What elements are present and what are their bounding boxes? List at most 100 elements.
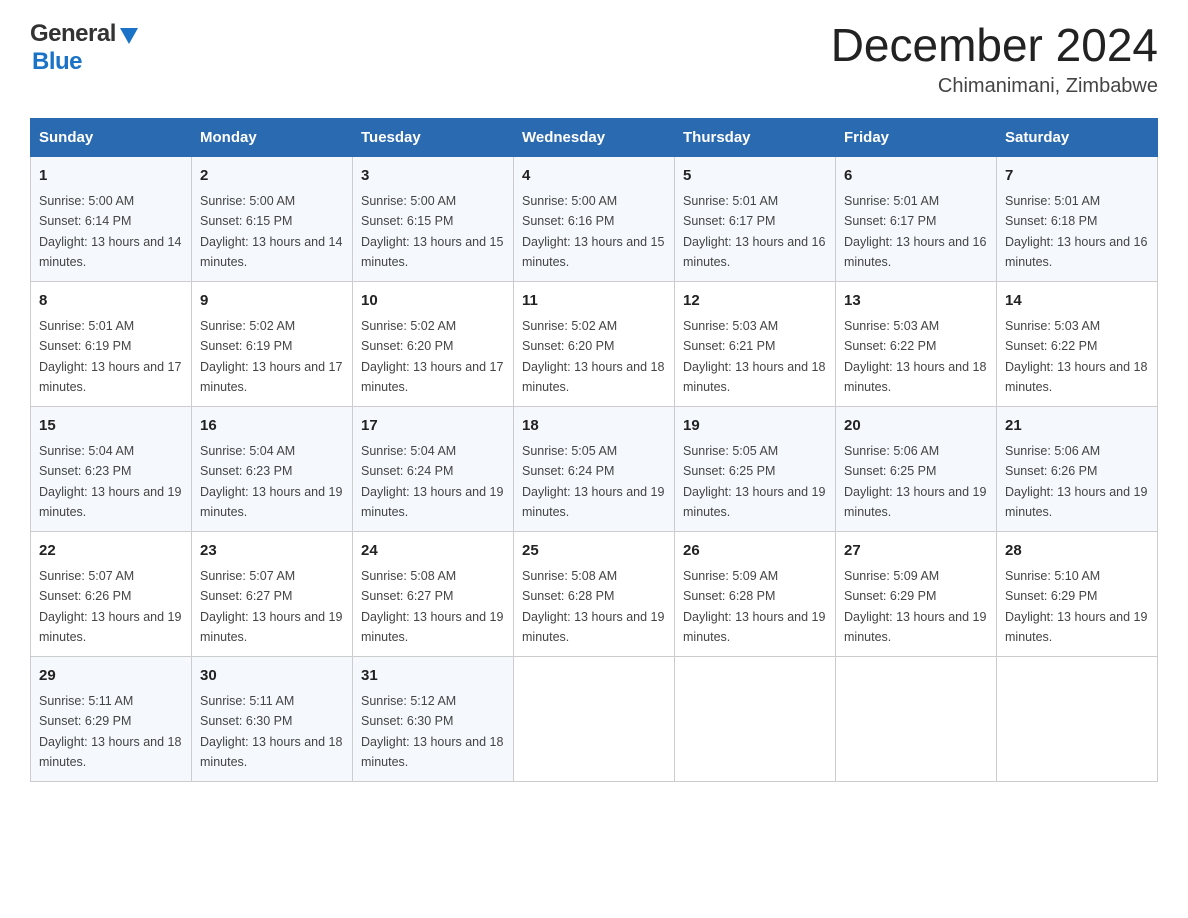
calendar-cell bbox=[997, 656, 1158, 781]
day-number: 16 bbox=[200, 415, 344, 438]
calendar-cell: 16 Sunrise: 5:04 AMSunset: 6:23 PMDaylig… bbox=[192, 406, 353, 531]
day-info: Sunrise: 5:04 AMSunset: 6:24 PMDaylight:… bbox=[361, 444, 503, 519]
day-number: 18 bbox=[522, 415, 666, 438]
calendar-cell: 24 Sunrise: 5:08 AMSunset: 6:27 PMDaylig… bbox=[353, 531, 514, 656]
day-number: 14 bbox=[1005, 290, 1149, 313]
day-number: 27 bbox=[844, 540, 988, 563]
header-day-wednesday: Wednesday bbox=[514, 118, 675, 156]
calendar-cell: 18 Sunrise: 5:05 AMSunset: 6:24 PMDaylig… bbox=[514, 406, 675, 531]
header-day-saturday: Saturday bbox=[997, 118, 1158, 156]
header-day-tuesday: Tuesday bbox=[353, 118, 514, 156]
header-day-sunday: Sunday bbox=[31, 118, 192, 156]
day-number: 20 bbox=[844, 415, 988, 438]
day-info: Sunrise: 5:00 AMSunset: 6:15 PMDaylight:… bbox=[200, 194, 342, 269]
day-number: 4 bbox=[522, 165, 666, 188]
calendar-cell: 4 Sunrise: 5:00 AMSunset: 6:16 PMDayligh… bbox=[514, 156, 675, 281]
calendar-cell bbox=[514, 656, 675, 781]
week-row-2: 8 Sunrise: 5:01 AMSunset: 6:19 PMDayligh… bbox=[31, 281, 1158, 406]
day-number: 6 bbox=[844, 165, 988, 188]
logo: General Blue bbox=[30, 20, 140, 76]
day-info: Sunrise: 5:01 AMSunset: 6:19 PMDaylight:… bbox=[39, 319, 181, 394]
calendar-cell: 11 Sunrise: 5:02 AMSunset: 6:20 PMDaylig… bbox=[514, 281, 675, 406]
day-number: 7 bbox=[1005, 165, 1149, 188]
calendar-cell: 14 Sunrise: 5:03 AMSunset: 6:22 PMDaylig… bbox=[997, 281, 1158, 406]
day-info: Sunrise: 5:08 AMSunset: 6:28 PMDaylight:… bbox=[522, 569, 664, 644]
day-number: 12 bbox=[683, 290, 827, 313]
day-number: 1 bbox=[39, 165, 183, 188]
day-info: Sunrise: 5:00 AMSunset: 6:16 PMDaylight:… bbox=[522, 194, 664, 269]
page-header: General Blue December 2024 Chimanimani, … bbox=[30, 20, 1158, 98]
calendar-cell: 19 Sunrise: 5:05 AMSunset: 6:25 PMDaylig… bbox=[675, 406, 836, 531]
day-number: 2 bbox=[200, 165, 344, 188]
day-info: Sunrise: 5:10 AMSunset: 6:29 PMDaylight:… bbox=[1005, 569, 1147, 644]
calendar-cell bbox=[675, 656, 836, 781]
day-info: Sunrise: 5:02 AMSunset: 6:19 PMDaylight:… bbox=[200, 319, 342, 394]
calendar-cell: 5 Sunrise: 5:01 AMSunset: 6:17 PMDayligh… bbox=[675, 156, 836, 281]
calendar-cell: 21 Sunrise: 5:06 AMSunset: 6:26 PMDaylig… bbox=[997, 406, 1158, 531]
day-info: Sunrise: 5:03 AMSunset: 6:22 PMDaylight:… bbox=[1005, 319, 1147, 394]
day-number: 8 bbox=[39, 290, 183, 313]
day-number: 31 bbox=[361, 665, 505, 688]
day-number: 23 bbox=[200, 540, 344, 563]
day-info: Sunrise: 5:09 AMSunset: 6:29 PMDaylight:… bbox=[844, 569, 986, 644]
day-number: 3 bbox=[361, 165, 505, 188]
header-day-thursday: Thursday bbox=[675, 118, 836, 156]
day-info: Sunrise: 5:02 AMSunset: 6:20 PMDaylight:… bbox=[522, 319, 664, 394]
day-info: Sunrise: 5:04 AMSunset: 6:23 PMDaylight:… bbox=[39, 444, 181, 519]
day-info: Sunrise: 5:02 AMSunset: 6:20 PMDaylight:… bbox=[361, 319, 503, 394]
calendar-body: 1 Sunrise: 5:00 AMSunset: 6:14 PMDayligh… bbox=[31, 156, 1158, 781]
day-info: Sunrise: 5:12 AMSunset: 6:30 PMDaylight:… bbox=[361, 694, 503, 769]
header-day-monday: Monday bbox=[192, 118, 353, 156]
day-info: Sunrise: 5:08 AMSunset: 6:27 PMDaylight:… bbox=[361, 569, 503, 644]
calendar-cell: 26 Sunrise: 5:09 AMSunset: 6:28 PMDaylig… bbox=[675, 531, 836, 656]
calendar-cell: 28 Sunrise: 5:10 AMSunset: 6:29 PMDaylig… bbox=[997, 531, 1158, 656]
day-number: 28 bbox=[1005, 540, 1149, 563]
calendar-header: SundayMondayTuesdayWednesdayThursdayFrid… bbox=[31, 118, 1158, 156]
calendar-cell: 1 Sunrise: 5:00 AMSunset: 6:14 PMDayligh… bbox=[31, 156, 192, 281]
day-number: 26 bbox=[683, 540, 827, 563]
day-number: 29 bbox=[39, 665, 183, 688]
calendar-cell: 8 Sunrise: 5:01 AMSunset: 6:19 PMDayligh… bbox=[31, 281, 192, 406]
day-number: 24 bbox=[361, 540, 505, 563]
calendar-cell: 29 Sunrise: 5:11 AMSunset: 6:29 PMDaylig… bbox=[31, 656, 192, 781]
day-info: Sunrise: 5:06 AMSunset: 6:26 PMDaylight:… bbox=[1005, 444, 1147, 519]
calendar-cell bbox=[836, 656, 997, 781]
calendar-cell: 27 Sunrise: 5:09 AMSunset: 6:29 PMDaylig… bbox=[836, 531, 997, 656]
day-number: 15 bbox=[39, 415, 183, 438]
day-info: Sunrise: 5:01 AMSunset: 6:17 PMDaylight:… bbox=[844, 194, 986, 269]
calendar-cell: 20 Sunrise: 5:06 AMSunset: 6:25 PMDaylig… bbox=[836, 406, 997, 531]
calendar-cell: 15 Sunrise: 5:04 AMSunset: 6:23 PMDaylig… bbox=[31, 406, 192, 531]
day-number: 25 bbox=[522, 540, 666, 563]
day-number: 11 bbox=[522, 290, 666, 313]
calendar-cell: 25 Sunrise: 5:08 AMSunset: 6:28 PMDaylig… bbox=[514, 531, 675, 656]
day-number: 21 bbox=[1005, 415, 1149, 438]
day-info: Sunrise: 5:01 AMSunset: 6:18 PMDaylight:… bbox=[1005, 194, 1147, 269]
calendar-cell: 6 Sunrise: 5:01 AMSunset: 6:17 PMDayligh… bbox=[836, 156, 997, 281]
logo-blue-text: Blue bbox=[32, 48, 82, 75]
calendar-cell: 23 Sunrise: 5:07 AMSunset: 6:27 PMDaylig… bbox=[192, 531, 353, 656]
day-info: Sunrise: 5:00 AMSunset: 6:15 PMDaylight:… bbox=[361, 194, 503, 269]
week-row-4: 22 Sunrise: 5:07 AMSunset: 6:26 PMDaylig… bbox=[31, 531, 1158, 656]
day-info: Sunrise: 5:07 AMSunset: 6:27 PMDaylight:… bbox=[200, 569, 342, 644]
day-info: Sunrise: 5:11 AMSunset: 6:30 PMDaylight:… bbox=[200, 694, 342, 769]
calendar-table: SundayMondayTuesdayWednesdayThursdayFrid… bbox=[30, 118, 1158, 782]
day-number: 19 bbox=[683, 415, 827, 438]
day-info: Sunrise: 5:07 AMSunset: 6:26 PMDaylight:… bbox=[39, 569, 181, 644]
calendar-cell: 13 Sunrise: 5:03 AMSunset: 6:22 PMDaylig… bbox=[836, 281, 997, 406]
week-row-5: 29 Sunrise: 5:11 AMSunset: 6:29 PMDaylig… bbox=[31, 656, 1158, 781]
day-number: 13 bbox=[844, 290, 988, 313]
header-day-friday: Friday bbox=[836, 118, 997, 156]
day-number: 17 bbox=[361, 415, 505, 438]
day-number: 22 bbox=[39, 540, 183, 563]
calendar-cell: 31 Sunrise: 5:12 AMSunset: 6:30 PMDaylig… bbox=[353, 656, 514, 781]
day-info: Sunrise: 5:11 AMSunset: 6:29 PMDaylight:… bbox=[39, 694, 181, 769]
week-row-1: 1 Sunrise: 5:00 AMSunset: 6:14 PMDayligh… bbox=[31, 156, 1158, 281]
title-area: December 2024 Chimanimani, Zimbabwe bbox=[831, 20, 1158, 98]
day-number: 5 bbox=[683, 165, 827, 188]
day-number: 9 bbox=[200, 290, 344, 313]
logo-triangle-icon bbox=[118, 24, 140, 46]
calendar-cell: 10 Sunrise: 5:02 AMSunset: 6:20 PMDaylig… bbox=[353, 281, 514, 406]
day-number: 30 bbox=[200, 665, 344, 688]
day-info: Sunrise: 5:05 AMSunset: 6:24 PMDaylight:… bbox=[522, 444, 664, 519]
day-info: Sunrise: 5:03 AMSunset: 6:22 PMDaylight:… bbox=[844, 319, 986, 394]
